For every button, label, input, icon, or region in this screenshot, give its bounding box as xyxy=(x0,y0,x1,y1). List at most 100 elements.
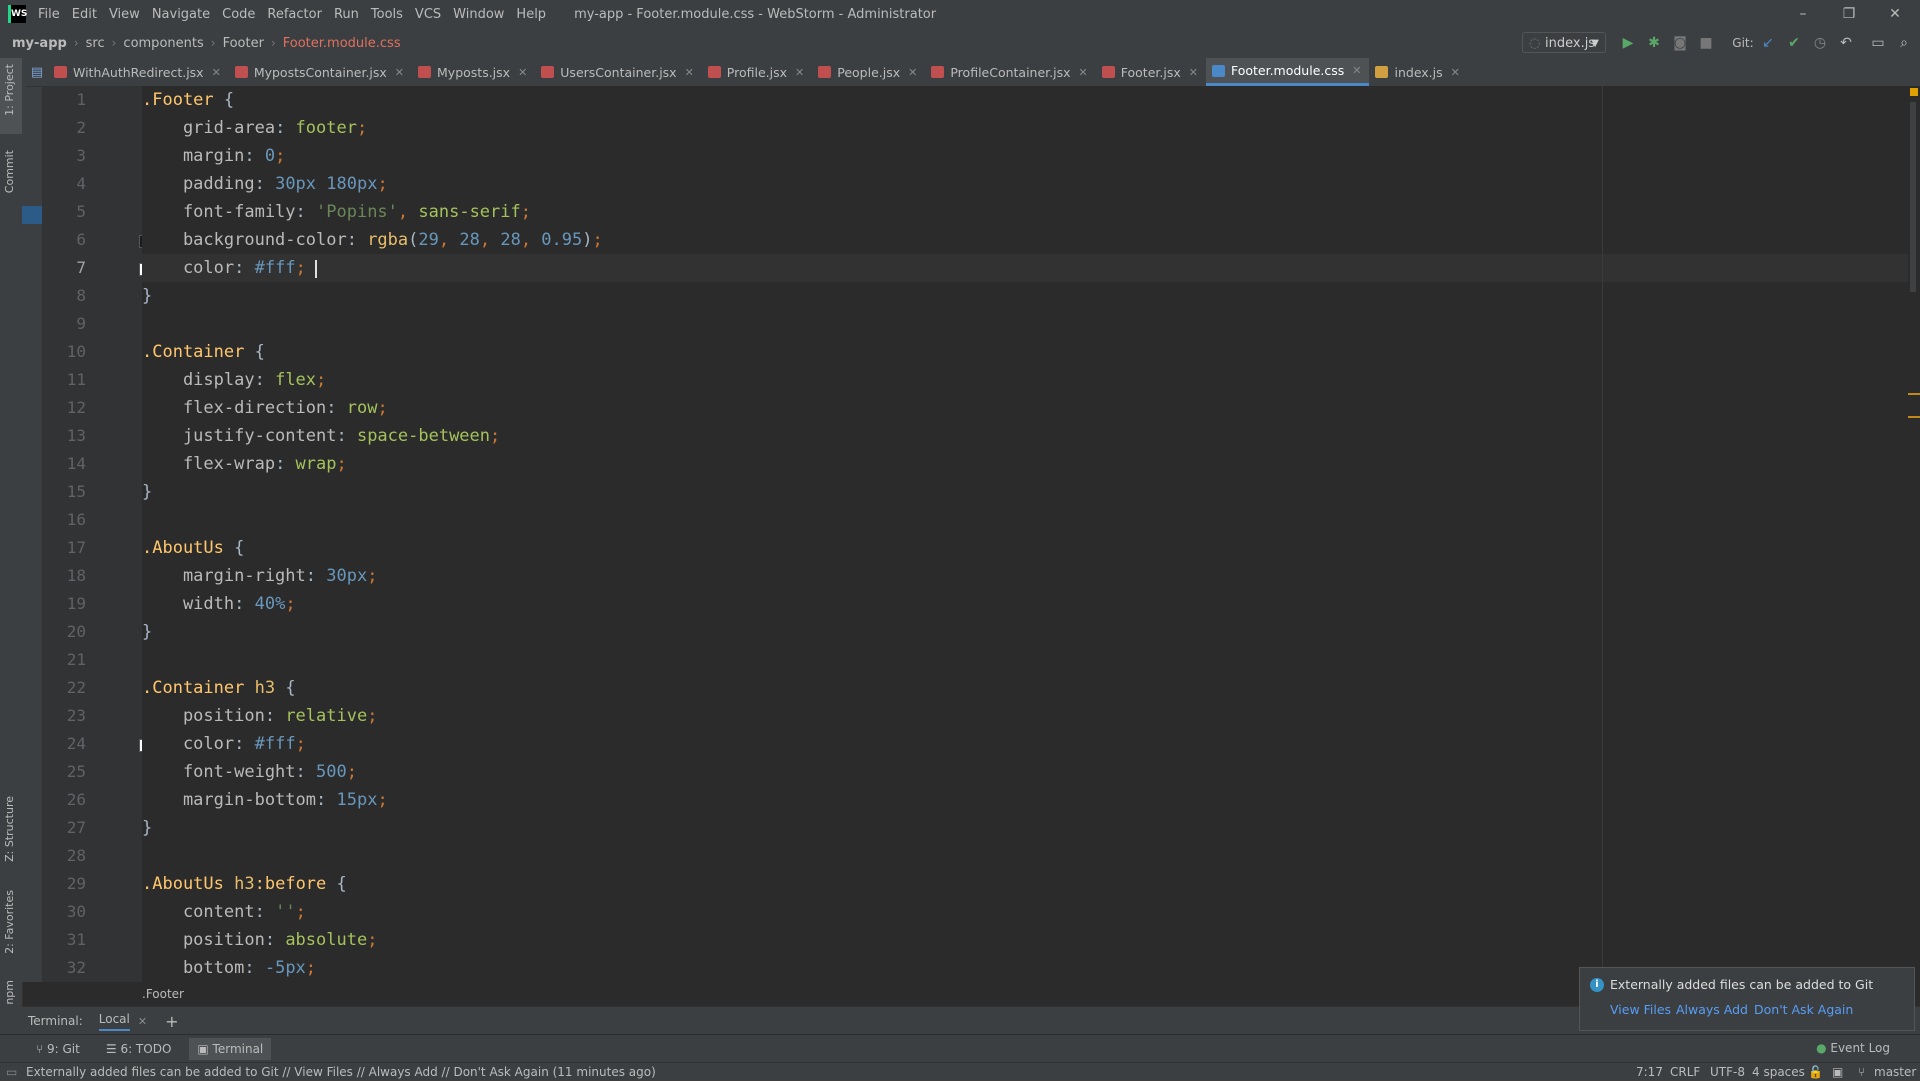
code-line[interactable]: content: ''; xyxy=(142,898,306,926)
favorites-tool-button[interactable]: 2: Favorites xyxy=(3,890,16,954)
code-line[interactable]: bottom: -5px; xyxy=(142,954,316,982)
editor-tab[interactable]: ProfileContainer.jsx ✕ xyxy=(925,58,1095,86)
editor-tab[interactable]: index.js ✕ xyxy=(1369,58,1467,86)
code-line[interactable]: background-color: rgba(29, 28, 28, 0.95)… xyxy=(142,226,603,254)
close-icon[interactable]: ✕ xyxy=(1352,64,1361,77)
menu-run[interactable]: Run xyxy=(334,7,359,22)
debug-icon[interactable]: ✱ xyxy=(1644,33,1664,53)
close-icon[interactable]: ✕ xyxy=(212,66,221,79)
menu-tools[interactable]: Tools xyxy=(371,7,403,22)
restore-button[interactable]: ❐ xyxy=(1826,0,1872,28)
project-tool-button[interactable]: 1: Project xyxy=(3,64,16,116)
code-line[interactable]: } xyxy=(142,478,152,506)
close-icon[interactable]: ✕ xyxy=(395,66,404,79)
always-add-link[interactable]: Always Add xyxy=(1676,1002,1748,1017)
close-icon[interactable]: ✕ xyxy=(1189,66,1198,79)
code-editor[interactable]: .Footer { grid-area: footer; margin: 0; … xyxy=(142,86,1912,982)
editor-scrollbar[interactable] xyxy=(1908,86,1920,982)
code-line[interactable]: .AboutUs h3:before { xyxy=(142,870,347,898)
close-icon[interactable]: ✕ xyxy=(685,66,694,79)
caret-position[interactable]: 7:17 xyxy=(1636,1063,1663,1081)
breadcrumb-item[interactable]: Footer xyxy=(223,36,264,51)
breadcrumb-item[interactable]: components xyxy=(123,36,203,51)
tool-window-todo[interactable]: ☰ 6: TODO xyxy=(98,1038,180,1060)
rollback-icon[interactable]: ↶ xyxy=(1836,33,1856,53)
menu-vcs[interactable]: VCS xyxy=(415,7,441,22)
commit-tool-button[interactable]: Commit xyxy=(3,150,16,193)
close-icon[interactable]: ✕ xyxy=(138,1015,147,1028)
code-line[interactable]: font-weight: 500; xyxy=(142,758,357,786)
code-line[interactable]: } xyxy=(142,282,152,310)
code-line[interactable]: .Container { xyxy=(142,338,265,366)
editor-tab[interactable]: Myposts.jsx ✕ xyxy=(412,58,535,86)
editor-tab[interactable]: MypostsContainer.jsx ✕ xyxy=(229,58,412,86)
lock-icon[interactable]: 🔓 xyxy=(1808,1063,1823,1081)
coverage-icon[interactable]: ◙ xyxy=(1670,33,1690,53)
layout-icon[interactable]: ▭ xyxy=(1868,33,1888,53)
code-line[interactable]: .Footer { xyxy=(142,86,234,114)
close-icon[interactable]: ✕ xyxy=(1451,66,1460,79)
code-line[interactable]: margin: 0; xyxy=(142,142,285,170)
tool-window-terminal[interactable]: ▣ Terminal xyxy=(189,1038,272,1060)
code-line[interactable]: font-family: 'Popins', sans-serif; xyxy=(142,198,531,226)
editor-tab[interactable]: Footer.jsx ✕ xyxy=(1096,58,1206,86)
menu-window[interactable]: Window xyxy=(453,7,504,22)
editor-tab[interactable]: People.jsx ✕ xyxy=(812,58,925,86)
editor-tab[interactable]: UsersContainer.jsx ✕ xyxy=(535,58,702,86)
menu-file[interactable]: File xyxy=(38,7,60,22)
code-line[interactable]: } xyxy=(142,814,152,842)
code-line[interactable]: color: #fff; xyxy=(142,254,306,282)
dont-ask-again-link[interactable]: Don't Ask Again xyxy=(1754,1002,1853,1017)
npm-tool-button[interactable]: npm xyxy=(3,980,16,1005)
new-terminal-button[interactable]: + xyxy=(165,1012,178,1031)
structure-tool-button[interactable]: Z: Structure xyxy=(3,796,16,862)
line-separator[interactable]: CRLF xyxy=(1670,1063,1700,1081)
code-line[interactable]: color: #fff; xyxy=(142,730,306,758)
git-update-icon[interactable]: ↙ xyxy=(1758,33,1778,53)
stop-icon[interactable]: ■ xyxy=(1696,33,1716,53)
code-line[interactable]: display: flex; xyxy=(142,366,326,394)
file-encoding[interactable]: UTF-8 xyxy=(1710,1063,1745,1081)
git-commit-icon[interactable]: ✔ xyxy=(1784,33,1804,53)
indent-setting[interactable]: 4 spaces xyxy=(1752,1063,1805,1081)
search-icon[interactable]: ⌕ xyxy=(1894,33,1914,53)
run-config-select[interactable]: ◌ index.js ▼ xyxy=(1522,32,1606,53)
code-line[interactable]: flex-wrap: wrap; xyxy=(142,450,347,478)
code-line[interactable]: width: 40%; xyxy=(142,590,296,618)
menu-help[interactable]: Help xyxy=(516,7,546,22)
code-line[interactable]: .Container h3 { xyxy=(142,674,296,702)
close-icon[interactable]: ✕ xyxy=(1079,66,1088,79)
tool-window-git[interactable]: ⑂ 9: Git xyxy=(28,1038,88,1060)
git-history-icon[interactable]: ◷ xyxy=(1810,33,1830,53)
code-line[interactable]: margin-bottom: 15px; xyxy=(142,786,388,814)
minimize-button[interactable]: – xyxy=(1780,0,1826,28)
menu-navigate[interactable]: Navigate xyxy=(152,7,210,22)
code-line[interactable]: position: relative; xyxy=(142,702,378,730)
git-branch[interactable]: master xyxy=(1874,1063,1916,1081)
code-line[interactable]: } xyxy=(142,618,152,646)
warning-marker[interactable] xyxy=(1910,88,1918,96)
code-line[interactable]: .AboutUs { xyxy=(142,534,244,562)
breadcrumb-item[interactable]: my-app xyxy=(12,36,67,51)
code-line[interactable]: padding: 30px 180px; xyxy=(142,170,388,198)
run-icon[interactable]: ▶ xyxy=(1618,33,1638,53)
editor-tab[interactable]: Footer.module.css ✕ xyxy=(1205,58,1370,86)
view-files-link[interactable]: View Files xyxy=(1610,1002,1671,1017)
code-line[interactable]: margin-right: 30px; xyxy=(142,562,378,590)
memory-icon[interactable]: ▣ xyxy=(1832,1063,1843,1081)
code-line[interactable]: grid-area: footer; xyxy=(142,114,367,142)
code-line[interactable]: flex-direction: row; xyxy=(142,394,388,422)
tab-list-icon[interactable]: ▤ xyxy=(26,58,48,86)
close-icon[interactable]: ✕ xyxy=(795,66,804,79)
close-window-button[interactable]: ✕ xyxy=(1872,0,1918,28)
close-icon[interactable]: ✕ xyxy=(908,66,917,79)
terminal-tab-local[interactable]: Local xyxy=(98,1012,130,1031)
menu-code[interactable]: Code xyxy=(222,7,255,22)
menu-edit[interactable]: Edit xyxy=(72,7,97,22)
menu-refactor[interactable]: Refactor xyxy=(267,7,322,22)
close-icon[interactable]: ✕ xyxy=(518,66,527,79)
editor-tab[interactable]: Profile.jsx ✕ xyxy=(702,58,812,86)
editor-tab[interactable]: WithAuthRedirect.jsx ✕ xyxy=(48,58,229,86)
breadcrumb-item[interactable]: Footer.module.css xyxy=(283,36,401,51)
status-message[interactable]: Externally added files can be added to G… xyxy=(26,1063,656,1081)
